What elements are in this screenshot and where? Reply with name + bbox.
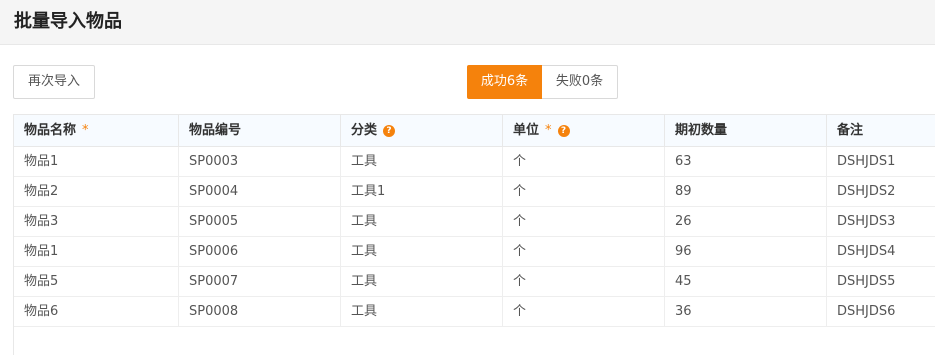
reimport-button[interactable]: 再次导入 xyxy=(13,65,95,99)
cell-category: 工具1 xyxy=(341,177,503,206)
cell-category: 工具 xyxy=(341,147,503,176)
cell-item-name: 物品6 xyxy=(14,297,179,326)
column-header-remark: 备注 xyxy=(827,115,935,146)
table-row: 物品6 SP0008 工具 个 36 DSHJDS6 xyxy=(14,297,935,327)
cell-item-code: SP0007 xyxy=(179,267,341,296)
cell-category: 工具 xyxy=(341,237,503,266)
help-icon[interactable]: ? xyxy=(383,124,396,137)
cell-item-code: SP0006 xyxy=(179,237,341,266)
cell-initial-quantity: 96 xyxy=(665,237,827,266)
cell-unit: 个 xyxy=(503,237,665,266)
cell-initial-quantity: 63 xyxy=(665,147,827,176)
cell-remark: DSHJDS6 xyxy=(837,304,896,319)
column-header-item-code: 物品编号 xyxy=(179,115,341,146)
column-header-label: 单位 xyxy=(513,123,540,138)
cell-item-name: 物品5 xyxy=(14,267,179,296)
cell-item-name: 物品1 xyxy=(14,237,179,266)
column-header-label: 物品编号 xyxy=(189,123,242,138)
cell-unit: 个 xyxy=(503,147,665,176)
column-header-category: 分类 ? xyxy=(341,115,503,146)
cell-category: 工具 xyxy=(341,297,503,326)
column-header-label: 分类 xyxy=(351,123,378,138)
column-header-unit: 单位 * ? xyxy=(503,115,665,146)
column-header-initial-quantity: 期初数量 xyxy=(665,115,827,146)
cell-item-code: SP0005 xyxy=(179,207,341,236)
table-row: 物品5 SP0007 工具 个 45 DSHJDS5 xyxy=(14,267,935,297)
cell-item-name: 物品3 xyxy=(14,207,179,236)
cell-unit: 个 xyxy=(503,297,665,326)
required-marker: * xyxy=(545,123,552,138)
cell-remark: DSHJDS1 xyxy=(837,154,896,169)
help-icon[interactable]: ? xyxy=(557,124,570,137)
cell-initial-quantity: 45 xyxy=(665,267,827,296)
page-title: 批量导入物品 xyxy=(14,11,122,32)
required-marker: * xyxy=(82,123,89,138)
success-filter-button[interactable]: 成功6条 xyxy=(467,65,542,99)
column-header-label: 期初数量 xyxy=(675,123,728,138)
column-header-label: 备注 xyxy=(837,123,864,138)
cell-initial-quantity: 26 xyxy=(665,207,827,236)
result-filter-segment: 成功6条 失败0条 xyxy=(467,65,618,99)
cell-initial-quantity: 89 xyxy=(665,177,827,206)
cell-unit: 个 xyxy=(503,177,665,206)
cell-item-name: 物品1 xyxy=(14,147,179,176)
cell-remark: DSHJDS2 xyxy=(837,184,896,199)
cell-item-name: 物品2 xyxy=(14,177,179,206)
table-row: 物品2 SP0004 工具1 个 89 DSHJDS2 xyxy=(14,177,935,207)
import-result-table: 物品名称 * 物品编号 分类 ? 单位 * ? 期初数量 备注 物品1 SP00… xyxy=(13,114,935,355)
cell-initial-quantity: 36 xyxy=(665,297,827,326)
table-row: 物品3 SP0005 工具 个 26 DSHJDS3 xyxy=(14,207,935,237)
cell-item-code: SP0003 xyxy=(179,147,341,176)
cell-remark: DSHJDS3 xyxy=(837,214,896,229)
cell-item-code: SP0004 xyxy=(179,177,341,206)
column-header-label: 物品名称 xyxy=(24,123,77,138)
cell-category: 工具 xyxy=(341,207,503,236)
page-header: 批量导入物品 xyxy=(0,0,935,45)
cell-unit: 个 xyxy=(503,267,665,296)
cell-item-code: SP0008 xyxy=(179,297,341,326)
cell-remark: DSHJDS4 xyxy=(837,244,896,259)
table-row: 物品1 SP0003 工具 个 63 DSHJDS1 xyxy=(14,147,935,177)
cell-remark: DSHJDS5 xyxy=(837,274,896,289)
table-row: 物品1 SP0006 工具 个 96 DSHJDS4 xyxy=(14,237,935,267)
table-header: 物品名称 * 物品编号 分类 ? 单位 * ? 期初数量 备注 xyxy=(14,115,935,147)
fail-filter-button[interactable]: 失败0条 xyxy=(542,65,618,99)
cell-unit: 个 xyxy=(503,207,665,236)
cell-category: 工具 xyxy=(341,267,503,296)
column-header-item-name: 物品名称 * xyxy=(14,115,179,146)
